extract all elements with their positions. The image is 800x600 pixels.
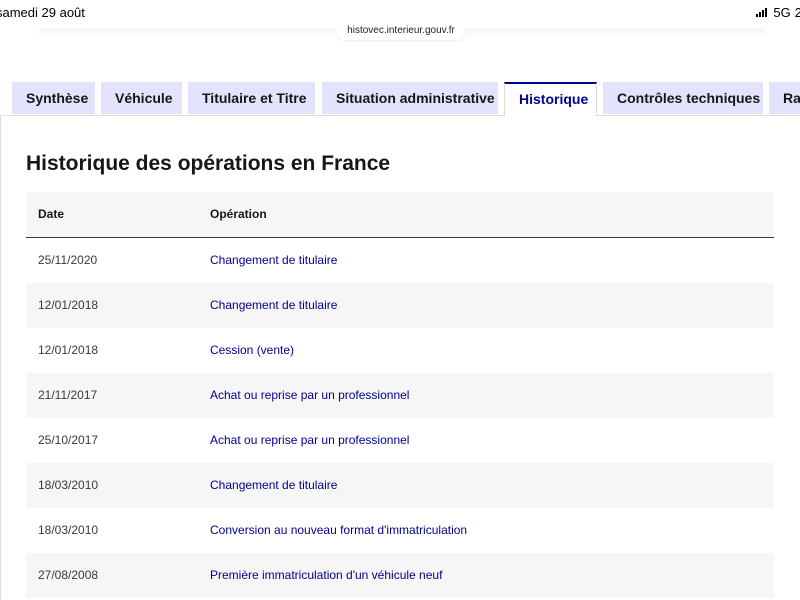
cellular-signal-icon [756,8,768,17]
row-date: 25/10/2017 [38,433,99,447]
header-date: Date [38,207,65,221]
status-date: samedi 29 août [0,5,85,20]
network-type: 5G [773,5,791,20]
tab-historique[interactable]: Historique [504,82,597,116]
row-operation: Changement de titulaire [210,253,338,267]
row-operation: Conversion au nouveau format d'immatricu… [210,523,468,537]
row-date: 12/01/2018 [38,343,99,357]
header-operation: Opération [210,207,267,221]
row-date: 12/01/2018 [38,298,99,312]
table-header: Date Opération [26,192,774,238]
row-operation: Achat ou reprise par un professionnel [210,388,410,402]
tab-vehicule[interactable]: Véhicule [101,82,182,114]
address-bar[interactable]: histovec.interieur.gouv.fr [336,22,466,40]
row-date: 18/03/2010 [38,478,99,492]
table-row: 25/11/2020 Changement de titulaire [26,238,774,283]
tab-controles-techniques[interactable]: Contrôles techniques [603,82,763,114]
table-row: 18/03/2010 Conversion au nouveau format … [26,508,774,553]
row-date: 27/08/2008 [38,568,99,582]
row-operation: Changement de titulaire [210,478,338,492]
tab-rapport[interactable]: Rap [769,82,800,114]
row-operation: Première immatriculation d'un véhicule n… [210,568,443,582]
tab-titulaire-et-titre[interactable]: Titulaire et Titre [188,82,315,114]
table-row: 12/01/2018 Cession (vente) [26,328,774,373]
row-operation: Achat ou reprise par un professionnel [210,433,410,447]
tab-bar: Synthèse Véhicule Titulaire et Titre Sit… [0,82,800,116]
row-date: 25/11/2020 [38,253,98,267]
history-table: Date Opération 25/11/2020 Changement de … [26,192,774,598]
row-date: 21/11/2017 [38,388,98,402]
status-right: 5G 2 [756,5,800,20]
tab-synthese[interactable]: Synthèse [12,82,95,114]
row-operation: Cession (vente) [210,343,295,357]
table-row: 27/08/2008 Première immatriculation d'un… [26,553,774,598]
tab-situation-administrative[interactable]: Situation administrative [322,82,498,114]
table-row: 25/10/2017 Achat ou reprise par un profe… [26,418,774,463]
table-row: 21/11/2017 Achat ou reprise par un profe… [26,373,774,418]
table-row: 18/03/2010 Changement de titulaire [26,463,774,508]
page-title: Historique des opérations en France [26,152,391,175]
row-date: 18/03/2010 [38,523,99,537]
row-operation: Changement de titulaire [210,298,338,312]
table-row: 12/01/2018 Changement de titulaire [26,283,774,328]
status-time: 2 [794,5,800,20]
